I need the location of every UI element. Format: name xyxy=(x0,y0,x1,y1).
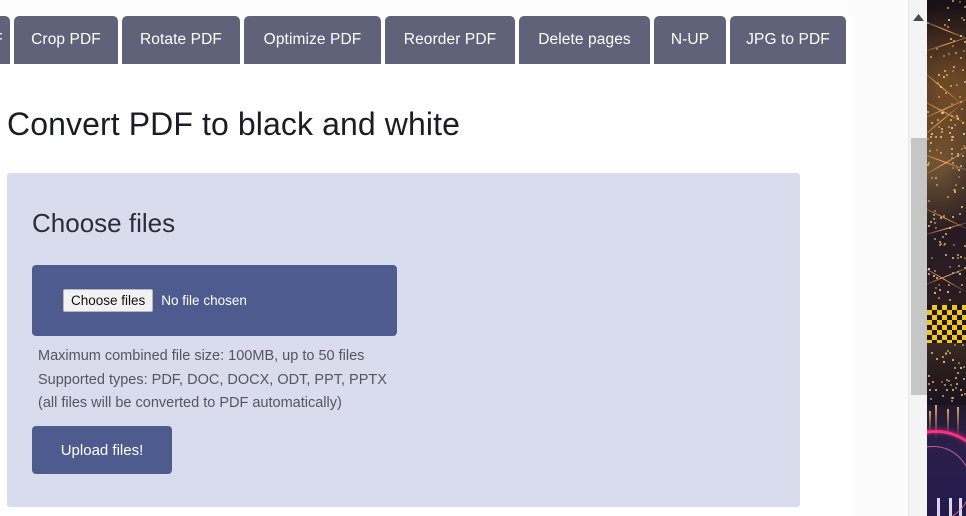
ferris-wheel-inner-shape xyxy=(927,446,966,516)
tab-delete-pages[interactable]: Delete pages xyxy=(519,16,650,64)
waterfront-segment xyxy=(927,343,966,405)
checkered-band-segment xyxy=(927,305,966,343)
choose-files-heading: Choose files xyxy=(32,208,175,239)
choose-files-button[interactable]: Choose files xyxy=(63,289,153,312)
upload-hints: Maximum combined file size: 100MB, up to… xyxy=(38,345,387,416)
file-chosen-status: No file chosen xyxy=(161,289,247,312)
city-skyline-segment xyxy=(927,0,966,305)
tab-reorder-pdf[interactable]: Reorder PDF xyxy=(385,16,515,64)
upload-panel: Choose files Choose files No file chosen … xyxy=(7,173,800,507)
night-cityscape-photo xyxy=(927,0,966,516)
vertical-scrollbar[interactable] xyxy=(908,0,927,516)
scrollbar-thumb[interactable] xyxy=(911,138,927,395)
tab-df[interactable]: DF xyxy=(0,16,10,64)
tab-n-up[interactable]: N-UP xyxy=(654,16,726,64)
triangle-up-icon[interactable] xyxy=(909,10,928,28)
content-gutter xyxy=(855,0,908,516)
file-input-block[interactable]: Choose files No file chosen xyxy=(32,265,397,336)
tab-rotate-pdf[interactable]: Rotate PDF xyxy=(122,16,240,64)
tab-optimize-pdf[interactable]: Optimize PDF xyxy=(244,16,381,64)
page-title: Convert PDF to black and white xyxy=(7,106,460,143)
browser-content-area: DFCrop PDFRotate PDFOptimize PDFReorder … xyxy=(0,0,908,516)
top-strip xyxy=(0,0,908,16)
tab-jpg-to-pdf[interactable]: JPG to PDF xyxy=(730,16,846,64)
main-content: Convert PDF to black and white Choose fi… xyxy=(0,64,855,516)
upload-files-button[interactable]: Upload files! xyxy=(32,426,172,474)
tab-crop-pdf[interactable]: Crop PDF xyxy=(14,16,118,64)
hint-supported-types: Supported types: PDF, DOC, DOCX, ODT, PP… xyxy=(38,369,387,393)
hint-auto-convert: (all files will be converted to PDF auto… xyxy=(38,392,387,416)
file-input-row: Choose files No file chosen xyxy=(63,289,247,312)
hint-max-size: Maximum combined file size: 100MB, up to… xyxy=(38,345,387,369)
tool-tab-bar: DFCrop PDFRotate PDFOptimize PDFReorder … xyxy=(0,16,908,64)
